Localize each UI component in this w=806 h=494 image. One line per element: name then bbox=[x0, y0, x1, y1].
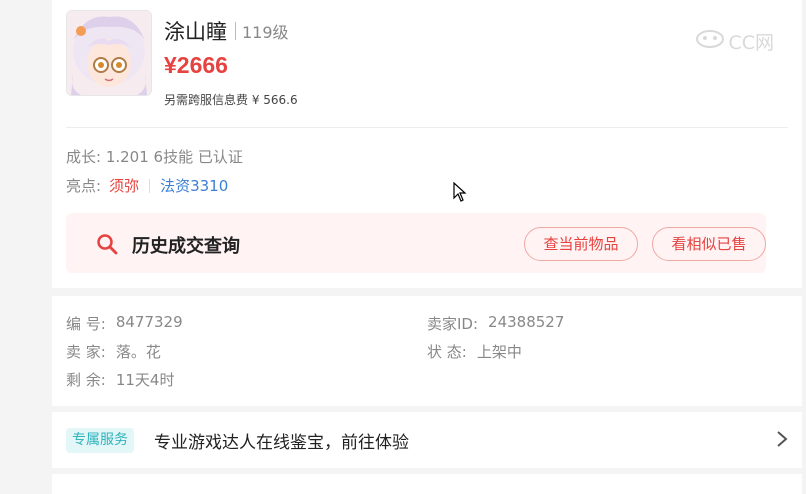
highlight-divider bbox=[149, 178, 151, 193]
search-icon bbox=[96, 233, 118, 259]
highlights-label: 亮点: bbox=[66, 177, 102, 195]
details-card: 编 号: 8477329 卖家ID: 24388527 卖 家: 落。花 状 态… bbox=[52, 296, 802, 406]
status-value: 上架中 bbox=[476, 343, 522, 361]
cross-server-fee: 另需跨服信息费 ¥ 566.6 bbox=[164, 93, 298, 107]
watermark-logo-icon bbox=[695, 29, 725, 54]
seller-id-label: 卖家ID: bbox=[427, 315, 479, 333]
listing-title: 涂山瞳 119级 bbox=[164, 16, 289, 46]
view-similar-sold-button[interactable]: 看相似已售 bbox=[652, 227, 766, 261]
service-text: 专业游戏达人在线鉴宝，前往体验 bbox=[154, 433, 409, 453]
title-divider bbox=[235, 22, 236, 40]
status-label: 状 态: bbox=[427, 343, 467, 361]
exclusive-service-row[interactable]: 专属服务 专业游戏达人在线鉴宝，前往体验 bbox=[52, 412, 802, 468]
highlight-tag: 法资3310 bbox=[160, 177, 229, 195]
stats-line: 成长: 1.201 6技能 已认证 bbox=[66, 148, 243, 166]
status-row: 状 态: 上架中 bbox=[427, 341, 522, 362]
next-card bbox=[52, 474, 802, 494]
chevron-right-icon bbox=[776, 430, 788, 452]
divider bbox=[66, 127, 788, 128]
seller-id-value: 24388527 bbox=[488, 313, 565, 331]
listing-id-value: 8477329 bbox=[115, 313, 183, 331]
history-panel: 历史成交查询 查当前物品 看相似已售 bbox=[66, 213, 766, 273]
character-level: 119级 bbox=[242, 23, 289, 42]
seller-id-row: 卖家ID: 24388527 bbox=[427, 313, 564, 334]
highlights-line: 亮点: 须弥 法资3310 bbox=[66, 175, 228, 196]
character-avatar[interactable] bbox=[66, 10, 152, 96]
watermark: CC网 bbox=[695, 28, 774, 55]
listing-id-label: 编 号: bbox=[66, 315, 106, 333]
history-title: 历史成交查询 bbox=[132, 236, 240, 257]
mouse-cursor-icon bbox=[453, 181, 467, 206]
service-badge: 专属服务 bbox=[66, 428, 134, 453]
watermark-text: CC网 bbox=[728, 32, 774, 54]
seller-label: 卖 家: bbox=[66, 343, 106, 361]
highlight-tag: 须弥 bbox=[109, 177, 140, 195]
product-card: 涂山瞳 119级 ¥2666 另需跨服信息费 ¥ 566.6 CC网 成长: 1… bbox=[52, 0, 802, 288]
check-current-item-button[interactable]: 查当前物品 bbox=[524, 227, 638, 261]
character-name: 涂山瞳 bbox=[164, 20, 227, 44]
seller-value: 落。花 bbox=[115, 343, 161, 361]
seller-row: 卖 家: 落。花 bbox=[66, 341, 161, 362]
remaining-row: 剩 余: 11天4时 bbox=[66, 369, 174, 390]
remaining-label: 剩 余: bbox=[66, 371, 106, 389]
listing-id-row: 编 号: 8477329 bbox=[66, 313, 183, 334]
price: ¥2666 bbox=[164, 52, 228, 78]
remaining-value: 11天4时 bbox=[115, 371, 175, 389]
